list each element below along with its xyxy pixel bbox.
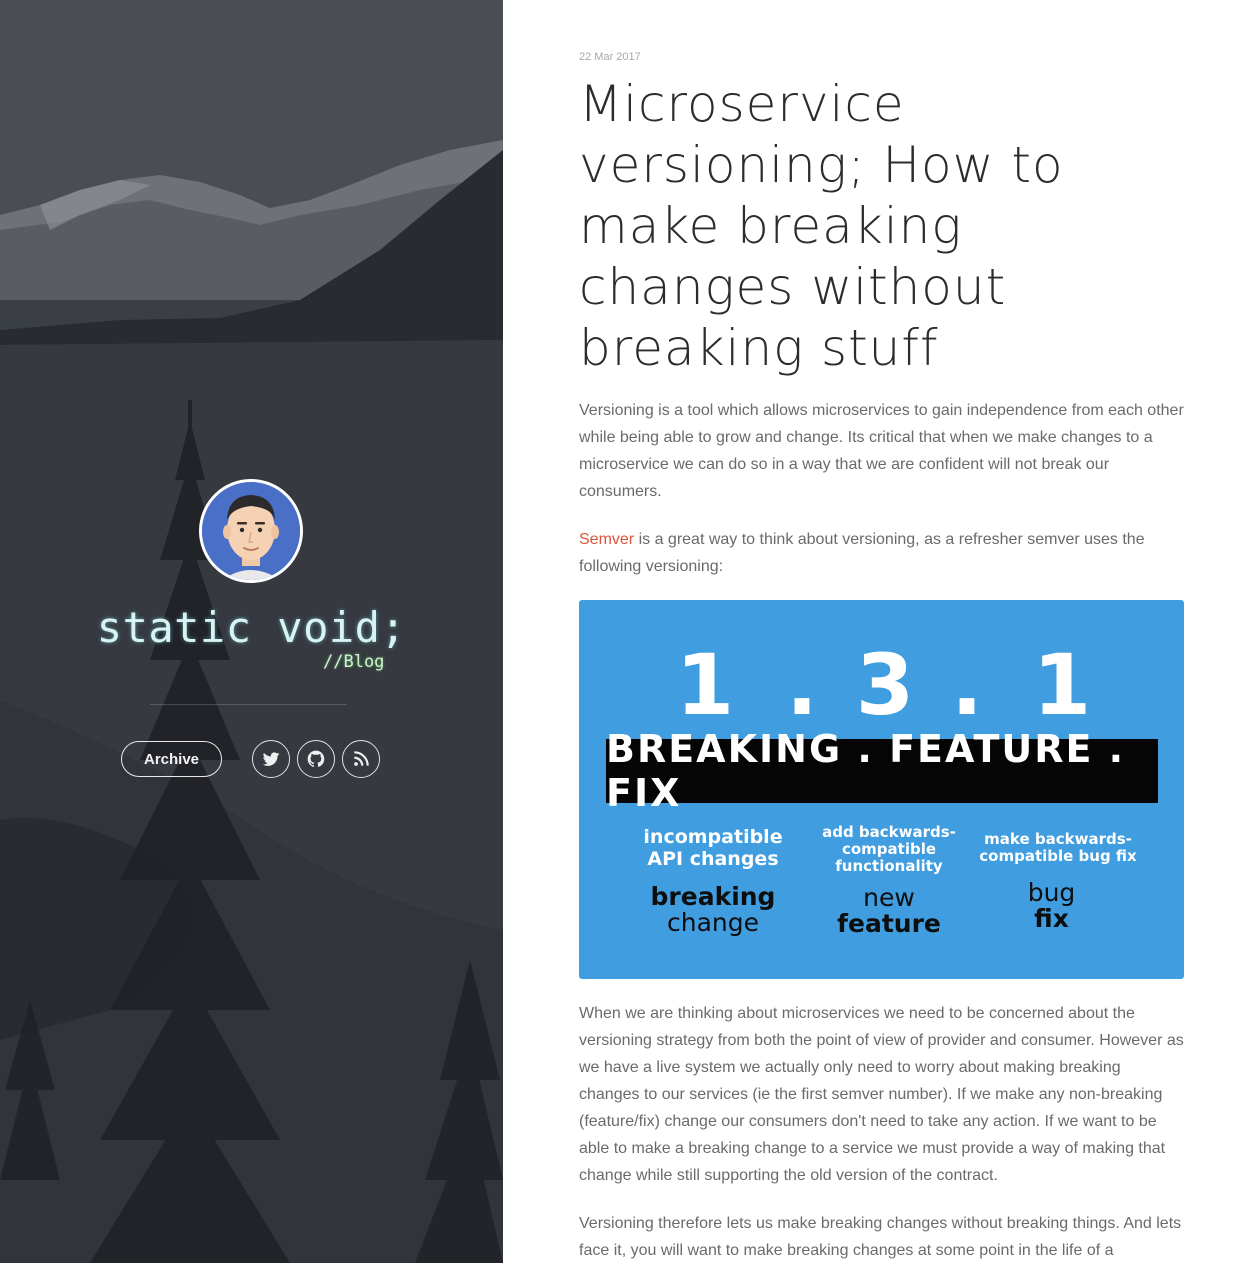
post-paragraph-4: Versioning therefore lets us make breaki… — [579, 1215, 1182, 1259]
semver-col-fix-label-bottom: fix — [1034, 904, 1069, 933]
semver-col-breaking-label-bottom: change — [666, 908, 759, 937]
github-icon — [307, 750, 325, 767]
rss-link[interactable] — [342, 740, 380, 778]
sidebar: static void; //Blog Archive — [0, 0, 503, 1263]
semver-col-breaking-label-top: breaking — [650, 882, 776, 911]
semver-col-fix-desc: make backwards- compatible bug fix — [979, 830, 1137, 865]
archive-button[interactable]: Archive — [121, 741, 222, 777]
semver-minor-number: 3 — [855, 636, 915, 734]
post-paragraph-2-text: is a great way to think about versioning… — [579, 531, 1145, 575]
semver-col-breaking-desc: incompatible API changes — [643, 826, 783, 870]
post-date: 22 Mar 2017 — [579, 51, 641, 63]
semver-bar: BREAKING . FEATURE . FIX — [606, 727, 1158, 815]
semver-col-fix-label-top: bug — [1027, 878, 1076, 907]
semver-dot-2: . — [951, 636, 983, 734]
semver-col-feature-desc: add backwards- compatible functionality — [822, 823, 956, 875]
avatar[interactable] — [199, 479, 303, 583]
avatar-face-icon — [202, 482, 300, 580]
site-title[interactable]: static void; — [0, 603, 503, 652]
sidebar-content: static void; //Blog Archive — [0, 0, 503, 1263]
semver-col-breaking-label: breaking change — [623, 884, 803, 936]
twitter-icon — [262, 752, 280, 766]
post-paragraph-3: When we are thinking about microservices… — [579, 1005, 1184, 1184]
semver-major-number: 1 — [675, 636, 735, 734]
github-link[interactable] — [297, 740, 335, 778]
semver-figure: 1 . 3 . 1 BREAKING . FEATURE . FIX incom… — [579, 600, 1184, 979]
post-title: Microservice versioning; How to make bre… — [579, 75, 1064, 377]
semver-col-fix-label: bug fix — [979, 880, 1124, 932]
twitter-link[interactable] — [252, 740, 290, 778]
post-paragraph-2: Semver is a great way to think about ver… — [579, 526, 1184, 580]
post-paragraph-1: Versioning is a tool which allows micros… — [579, 402, 1184, 500]
sidebar-divider — [150, 704, 347, 705]
semver-link[interactable]: Semver — [579, 531, 634, 548]
semver-col-feature-label-top: new — [863, 883, 915, 912]
semver-dot-1: . — [786, 636, 818, 734]
semver-col-feature-label: new feature — [799, 885, 979, 937]
site-subtitle: //Blog — [323, 652, 385, 672]
semver-patch-number: 1 — [1032, 636, 1092, 734]
rss-icon — [354, 751, 369, 766]
semver-col-feature-label-bottom: feature — [837, 909, 941, 938]
